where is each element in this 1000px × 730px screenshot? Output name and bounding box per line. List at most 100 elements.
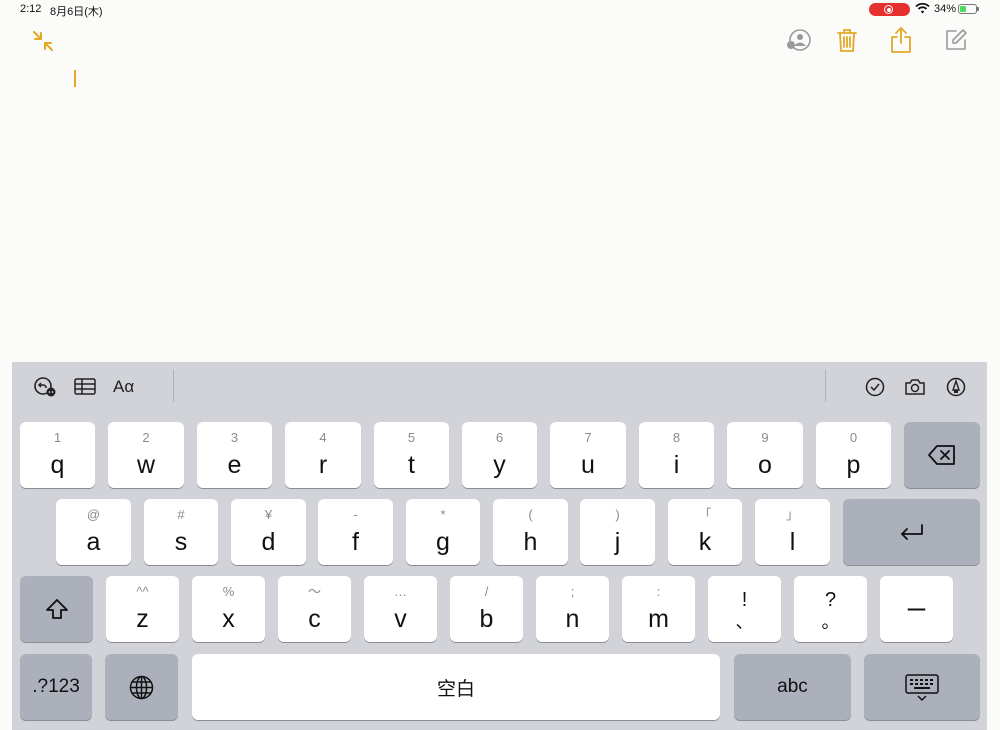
space-key[interactable]: 空白 [192, 654, 720, 720]
accessory-bar: Aα [12, 362, 987, 412]
key-label: l [789, 528, 796, 556]
key-hint: 5 [407, 430, 416, 445]
key-label: .?123 [32, 676, 80, 697]
key-label: w [136, 451, 156, 479]
key-label: g [436, 528, 450, 556]
key-label: a [86, 528, 101, 556]
checklist-icon[interactable] [865, 377, 885, 397]
key-hint: - [353, 507, 358, 522]
key-label: b [479, 605, 494, 633]
dismiss-keyboard-key[interactable] [864, 654, 980, 720]
key-t[interactable]: 5t [374, 422, 449, 488]
compose-icon[interactable] [944, 28, 968, 52]
key-long-dash[interactable]: ー [880, 576, 953, 642]
key-hint: ¥ [264, 507, 273, 522]
abc-key[interactable]: abc [734, 654, 851, 720]
battery-icon [958, 4, 979, 14]
keyboard-dismiss-icon [905, 674, 939, 702]
markup-icon[interactable] [946, 377, 966, 397]
key-u[interactable]: 7u [550, 422, 626, 488]
key-hint: ) [615, 507, 620, 522]
key-label: x [222, 605, 235, 633]
key-hint: * [440, 507, 446, 522]
key-f[interactable]: -f [318, 499, 393, 565]
key-label: p [846, 451, 861, 479]
key-label: ? [824, 589, 837, 611]
key-label: ー [905, 598, 928, 623]
note-body[interactable] [12, 60, 987, 360]
key-a[interactable]: @ a [56, 499, 131, 565]
key-label: k [698, 528, 712, 556]
text-cursor [74, 70, 76, 87]
share-icon[interactable] [890, 26, 912, 54]
key-q[interactable]: 1q [20, 422, 95, 488]
table-icon[interactable] [74, 378, 96, 395]
key-hint: 「 [698, 507, 712, 522]
globe-key[interactable] [105, 654, 178, 720]
key-hint: # [177, 507, 185, 522]
key-question[interactable]: ?。 [794, 576, 867, 642]
return-key[interactable] [843, 499, 980, 565]
key-d[interactable]: ¥ d [231, 499, 306, 565]
key-hint: ( [528, 507, 533, 522]
key-g[interactable]: * g [406, 499, 480, 565]
wifi-icon [915, 2, 930, 14]
key-p[interactable]: 0p [816, 422, 891, 488]
key-m[interactable]: :m [622, 576, 695, 642]
key-hint: 7 [584, 430, 592, 445]
return-icon [901, 524, 923, 540]
camera-icon[interactable] [904, 378, 926, 396]
key-l[interactable]: 」 l [755, 499, 830, 565]
status-time: 2:12 [20, 3, 42, 15]
collaborate-icon[interactable] [786, 28, 812, 52]
trash-icon[interactable] [836, 27, 858, 53]
key-x[interactable]: % x [192, 576, 265, 642]
collapse-icon[interactable] [31, 29, 55, 53]
key-r[interactable]: 4r [285, 422, 361, 488]
key-k[interactable]: 「k [668, 499, 742, 565]
key-hint: / [484, 584, 489, 599]
status-bar: 2:12 8月6日(木) 34% [0, 0, 1000, 20]
key-label: q [50, 451, 65, 479]
shift-key[interactable] [20, 576, 93, 642]
key-hint: 〜 [307, 584, 321, 599]
key-hint: @ [86, 507, 101, 522]
key-z[interactable]: ^^ z [106, 576, 179, 642]
delete-key[interactable] [904, 422, 980, 488]
key-label: v [394, 605, 407, 633]
screen-recording-icon[interactable] [869, 3, 910, 16]
key-hint: 9 [761, 430, 769, 445]
accessory-separator [825, 370, 826, 402]
key-hint: 6 [495, 430, 504, 445]
key-label: e [227, 451, 242, 479]
key-n[interactable]: ; n [536, 576, 609, 642]
accessory-separator [173, 370, 174, 402]
globe-icon [129, 675, 154, 700]
key-label: r [318, 451, 328, 479]
key-i[interactable]: 8i [639, 422, 714, 488]
key-v[interactable]: … v [364, 576, 437, 642]
key-label: z [136, 605, 149, 633]
key-hint: 8 [672, 430, 681, 445]
key-hint: 4 [319, 430, 327, 445]
key-exclamation[interactable]: !、 [708, 576, 781, 642]
key-w[interactable]: 2w [108, 422, 184, 488]
key-j[interactable]: ) j [580, 499, 655, 565]
key-b[interactable]: / b [450, 576, 523, 642]
key-h[interactable]: (h [493, 499, 568, 565]
key-o[interactable]: 9o [727, 422, 803, 488]
key-label: 空白 [436, 678, 475, 700]
key-sublabel: 、 [735, 612, 754, 632]
key-s[interactable]: # s [144, 499, 218, 565]
key-label: c [308, 605, 321, 633]
key-e[interactable]: 3e [197, 422, 272, 488]
format-button[interactable]: Aα [113, 377, 134, 397]
undo-redo-icon[interactable] [33, 376, 57, 398]
numbers-key[interactable]: .?123 [20, 654, 92, 720]
key-y[interactable]: 6y [462, 422, 537, 488]
key-hint: ; [570, 584, 575, 599]
key-label: t [408, 451, 415, 479]
key-c[interactable]: 〜 c [278, 576, 351, 642]
key-label: h [523, 528, 538, 556]
key-label: y [493, 451, 506, 479]
